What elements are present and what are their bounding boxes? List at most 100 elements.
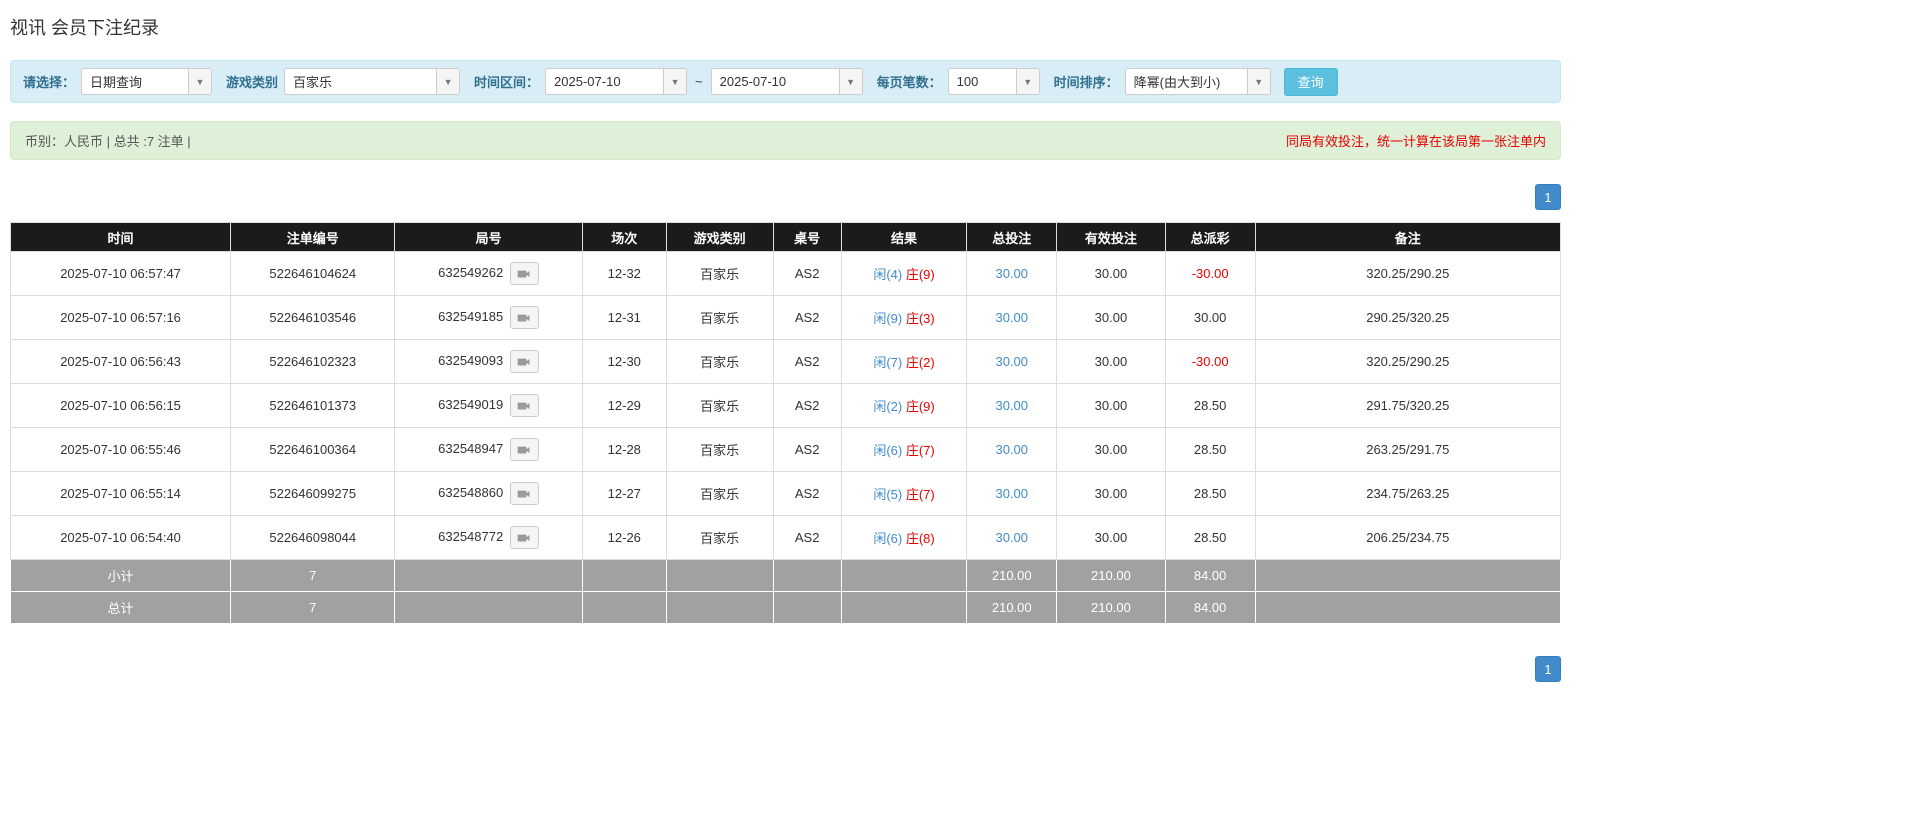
chevron-down-icon[interactable]: ▼ xyxy=(1016,69,1039,94)
round-no-text: 632548772 xyxy=(438,529,503,544)
cell-payout: -30.00 xyxy=(1165,252,1255,296)
subtotal-total-bet: 210.00 xyxy=(967,560,1057,592)
video-replay-button[interactable] xyxy=(510,350,539,373)
page-title: 视讯 会员下注纪录 xyxy=(10,14,1561,40)
column-header-6: 桌号 xyxy=(773,223,841,252)
cell-round-no: 632549019 xyxy=(395,384,583,428)
table-row: 2025-07-10 06:55:14 522646099275 6325488… xyxy=(11,472,1561,516)
video-icon xyxy=(517,488,532,500)
cell-result: 闲(5) 庄(7) xyxy=(841,472,967,516)
game-type-select[interactable]: 百家乐 ▼ xyxy=(284,68,460,95)
column-header-7: 结果 xyxy=(841,223,967,252)
cell-session: 12-26 xyxy=(582,516,666,560)
cell-session: 12-31 xyxy=(582,296,666,340)
cell-payout: 28.50 xyxy=(1165,472,1255,516)
video-replay-button[interactable] xyxy=(510,306,539,329)
round-no-text: 632549093 xyxy=(438,353,503,368)
video-icon xyxy=(517,532,532,544)
date-from-select[interactable]: 2025-07-10 ▼ xyxy=(545,68,687,95)
subtotal-payout: 84.00 xyxy=(1165,560,1255,592)
chevron-down-icon[interactable]: ▼ xyxy=(188,69,211,94)
round-no-text: 632549262 xyxy=(438,265,503,280)
cell-valid-bet: 30.00 xyxy=(1057,296,1166,340)
cell-total-bet: 30.00 xyxy=(967,516,1057,560)
query-type-value: 日期查询 xyxy=(82,69,188,94)
result-player: 闲(6) xyxy=(873,443,902,458)
cell-time: 2025-07-10 06:56:15 xyxy=(11,384,231,428)
cell-table-no: AS2 xyxy=(773,516,841,560)
chevron-down-icon[interactable]: ▼ xyxy=(436,69,459,94)
cell-table-no: AS2 xyxy=(773,296,841,340)
cell-game-type: 百家乐 xyxy=(666,472,773,516)
cell-time: 2025-07-10 06:57:16 xyxy=(11,296,231,340)
cell-total-bet: 30.00 xyxy=(967,384,1057,428)
subtotal-label: 小计 xyxy=(11,560,231,592)
cell-note: 291.75/320.25 xyxy=(1255,384,1560,428)
page-container: 视讯 会员下注纪录 请选择： 日期查询 ▼ 游戏类别 百家乐 ▼ 时间区间： 2… xyxy=(10,0,1561,712)
result-banker: 庄(3) xyxy=(906,311,935,326)
filter-bar: 请选择： 日期查询 ▼ 游戏类别 百家乐 ▼ 时间区间： 2025-07-10 … xyxy=(10,60,1561,103)
result-banker: 庄(2) xyxy=(906,355,935,370)
video-replay-button[interactable] xyxy=(510,482,539,505)
column-header-1: 时间 xyxy=(11,223,231,252)
cell-total-bet: 30.00 xyxy=(967,340,1057,384)
total-payout: 84.00 xyxy=(1165,592,1255,624)
chevron-down-icon[interactable]: ▼ xyxy=(839,69,862,94)
total-bet-link[interactable]: 30.00 xyxy=(995,354,1028,369)
cell-payout: 28.50 xyxy=(1165,428,1255,472)
cell-table-no: AS2 xyxy=(773,472,841,516)
cell-game-type: 百家乐 xyxy=(666,252,773,296)
total-total-bet: 210.00 xyxy=(967,592,1057,624)
video-replay-button[interactable] xyxy=(510,262,539,285)
valid-bet-notice: 同局有效投注，统一计算在该局第一张注单内 xyxy=(1286,131,1546,150)
total-valid-bet: 210.00 xyxy=(1057,592,1166,624)
total-bet-link[interactable]: 30.00 xyxy=(995,310,1028,325)
cell-session: 12-29 xyxy=(582,384,666,428)
video-icon xyxy=(517,400,532,412)
video-icon xyxy=(517,356,532,368)
total-bet-link[interactable]: 30.00 xyxy=(995,442,1028,457)
cell-bet-no: 522646101373 xyxy=(231,384,395,428)
page-button-1[interactable]: 1 xyxy=(1535,656,1561,682)
chevron-down-icon[interactable]: ▼ xyxy=(1247,69,1270,94)
cell-time: 2025-07-10 06:57:47 xyxy=(11,252,231,296)
page-button-1[interactable]: 1 xyxy=(1535,184,1561,210)
result-banker: 庄(7) xyxy=(906,443,935,458)
sort-order-select[interactable]: 降幂(由大到小) ▼ xyxy=(1125,68,1271,95)
bet-records-table: 时间注单编号局号场次游戏类别桌号结果总投注有效投注总派彩备注 2025-07-1… xyxy=(10,222,1561,624)
sort-order-label: 时间排序： xyxy=(1054,72,1119,91)
page-size-value: 100 xyxy=(949,69,1016,94)
round-no-text: 632548860 xyxy=(438,485,503,500)
cell-total-bet: 30.00 xyxy=(967,296,1057,340)
chevron-down-icon[interactable]: ▼ xyxy=(663,69,686,94)
total-bet-link[interactable]: 30.00 xyxy=(995,530,1028,545)
search-button[interactable]: 查询 xyxy=(1284,68,1338,96)
table-row: 2025-07-10 06:57:47 522646104624 6325492… xyxy=(11,252,1561,296)
page-size-select[interactable]: 100 ▼ xyxy=(948,68,1040,95)
result-player: 闲(7) xyxy=(873,355,902,370)
cell-game-type: 百家乐 xyxy=(666,428,773,472)
result-banker: 庄(7) xyxy=(906,487,935,502)
cell-game-type: 百家乐 xyxy=(666,516,773,560)
cell-valid-bet: 30.00 xyxy=(1057,472,1166,516)
video-replay-button[interactable] xyxy=(510,394,539,417)
cell-table-no: AS2 xyxy=(773,340,841,384)
total-bet-link[interactable]: 30.00 xyxy=(995,266,1028,281)
cell-table-no: AS2 xyxy=(773,384,841,428)
query-type-select[interactable]: 日期查询 ▼ xyxy=(81,68,212,95)
date-to-select[interactable]: 2025-07-10 ▼ xyxy=(711,68,863,95)
cell-game-type: 百家乐 xyxy=(666,340,773,384)
video-replay-button[interactable] xyxy=(510,526,539,549)
total-bet-link[interactable]: 30.00 xyxy=(995,486,1028,501)
game-type-value: 百家乐 xyxy=(285,69,436,94)
cell-bet-no: 522646099275 xyxy=(231,472,395,516)
video-replay-button[interactable] xyxy=(510,438,539,461)
currency-total-text: 币别：人民币 | 总共 :7 注单 | xyxy=(25,131,191,150)
date-range-label: 时间区间： xyxy=(474,72,539,91)
cell-valid-bet: 30.00 xyxy=(1057,384,1166,428)
cell-session: 12-32 xyxy=(582,252,666,296)
round-no-text: 632548947 xyxy=(438,441,503,456)
cell-result: 闲(6) 庄(8) xyxy=(841,516,967,560)
total-count: 7 xyxy=(231,592,395,624)
total-bet-link[interactable]: 30.00 xyxy=(995,398,1028,413)
